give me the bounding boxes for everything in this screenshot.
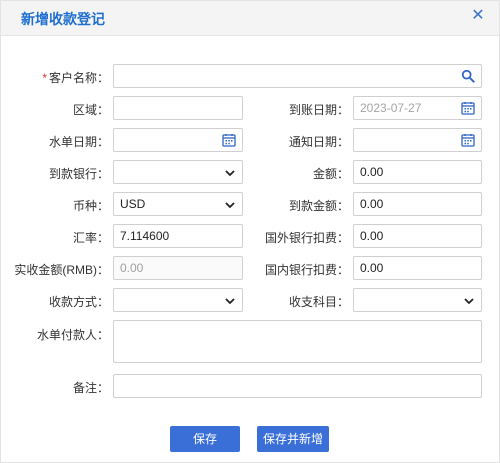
currency-label: 币种： <box>72 199 109 213</box>
chevron-down-icon <box>464 298 474 305</box>
arrival-amount-value: 0.00 <box>360 197 384 211</box>
arrival-amount-input[interactable]: 0.00 <box>353 192 482 216</box>
currency-value: USD <box>120 197 146 211</box>
arrival-date-label: 到账日期： <box>288 103 349 117</box>
search-icon[interactable] <box>461 69 475 83</box>
domestic-bank-fee-value: 0.00 <box>360 261 384 275</box>
save-button[interactable]: 保存 <box>170 426 240 452</box>
chevron-down-icon <box>225 170 235 177</box>
customer-name-label: * 客户名称： <box>31 69 109 86</box>
exchange-rate-label: 汇率： <box>72 231 109 245</box>
amount-label: 金额： <box>312 167 349 181</box>
required-mark: * <box>42 71 47 85</box>
actual-rmb-label: 实收金额(RMB)： <box>14 263 109 277</box>
remarks-label: 备注： <box>72 381 109 395</box>
waterbill-date-input[interactable] <box>113 128 243 152</box>
arrival-bank-select[interactable] <box>113 160 243 184</box>
waterbill-date-label: 水单日期： <box>48 135 109 149</box>
payment-method-select[interactable] <box>113 288 243 312</box>
actual-rmb-value: 0.00 <box>120 261 144 275</box>
chevron-down-icon <box>225 202 235 209</box>
domestic-bank-fee-label: 国内银行扣费： <box>264 263 349 277</box>
foreign-bank-fee-label: 国外银行扣费： <box>264 231 349 245</box>
arrival-amount-label: 到款金额： <box>288 199 349 213</box>
currency-select[interactable]: USD <box>113 192 243 216</box>
exchange-rate-input[interactable]: 7.114600 <box>113 224 243 248</box>
dialog-header: 新增收款登记 ✕ <box>1 1 499 36</box>
close-icon[interactable]: ✕ <box>469 7 487 25</box>
amount-input[interactable]: 0.00 <box>353 160 482 184</box>
new-receipt-dialog: 新增收款登记 ✕ * 客户名称： 区域： 到账日期： 2023-07-27 水单日… <box>0 0 500 463</box>
region-input[interactable] <box>113 96 243 120</box>
foreign-bank-fee-value: 0.00 <box>360 229 384 243</box>
payment-method-label: 收款方式： <box>48 295 109 309</box>
waterbill-payer-label: 水单付款人： <box>36 328 109 342</box>
calendar-icon[interactable] <box>461 133 475 147</box>
foreign-bank-fee-input[interactable]: 0.00 <box>353 224 482 248</box>
account-subject-select[interactable] <box>353 288 482 312</box>
region-label: 区域： <box>72 103 109 117</box>
notice-date-label: 通知日期： <box>288 135 349 149</box>
arrival-date-value: 2023-07-27 <box>360 101 422 115</box>
domestic-bank-fee-input[interactable]: 0.00 <box>353 256 482 280</box>
customer-name-input[interactable] <box>113 64 482 88</box>
amount-value: 0.00 <box>360 165 384 179</box>
remarks-input[interactable] <box>113 374 482 398</box>
account-subject-label: 收支科目： <box>288 295 349 309</box>
chevron-down-icon <box>225 298 235 305</box>
arrival-bank-label: 到款银行： <box>48 167 109 181</box>
exchange-rate-value: 7.114600 <box>120 229 170 243</box>
notice-date-input[interactable] <box>353 128 482 152</box>
actual-rmb-input: 0.00 <box>113 256 243 280</box>
waterbill-payer-textarea[interactable] <box>113 320 482 363</box>
save-and-new-button[interactable]: 保存并新增 <box>257 426 329 452</box>
calendar-icon[interactable] <box>461 101 475 115</box>
arrival-date-input[interactable]: 2023-07-27 <box>353 96 482 120</box>
dialog-title: 新增收款登记 <box>21 11 105 27</box>
calendar-icon[interactable] <box>222 133 236 147</box>
customer-name-label-text: 客户名称： <box>48 71 109 85</box>
